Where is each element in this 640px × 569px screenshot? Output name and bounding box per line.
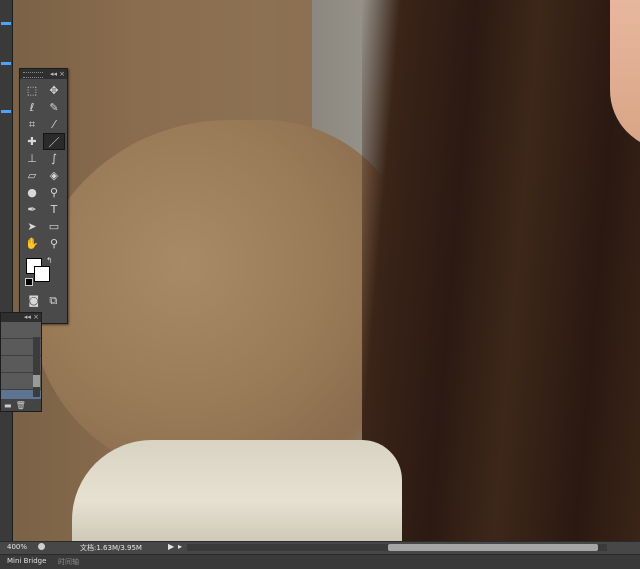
left-panel-strip [0, 0, 13, 541]
healing-brush-icon[interactable]: ✚ [21, 133, 43, 150]
document-canvas[interactable] [12, 0, 640, 541]
quick-selection-icon[interactable]: ✎ [43, 99, 65, 116]
move-icon[interactable]: ✥ [43, 82, 65, 99]
color-swatches: ↰ [20, 256, 67, 290]
blur-icon[interactable]: ● [21, 184, 43, 201]
zoom-icon[interactable]: ⚲ [43, 235, 65, 252]
layers-footer: ▬ 🗑 [1, 399, 41, 411]
swap-colors-icon[interactable]: ↰ [46, 256, 53, 265]
panel-indicator [1, 62, 11, 65]
tools-bottom-row: ◙ ⧉ [20, 292, 67, 309]
tools-panel: ◂◂ × ⬚ ✥ ℓ ✎ ⌗ ⁄ ✚ ／ ⊥ ∫ ▱ ◈ ● ⚲ ✒ T ➤ ▭ ✋ ⚲ ↰ ◙ ⧉ [19, 68, 68, 324]
panel-controls[interactable]: ◂◂ × [24, 313, 39, 322]
background-color-swatch[interactable] [34, 266, 50, 282]
crop-icon[interactable]: ⌗ [21, 116, 43, 133]
dodge-icon[interactable]: ⚲ [43, 184, 65, 201]
status-more-icon[interactable]: ▸ [178, 542, 182, 551]
close-icon[interactable]: × [59, 69, 65, 79]
rectangle-shape-icon[interactable]: ▭ [43, 218, 65, 235]
quick-mask-icon[interactable]: ◙ [24, 292, 44, 309]
layers-panel: ◂◂ × ▬ 🗑 [0, 312, 42, 412]
panel-indicator [1, 22, 11, 25]
panel-indicator [1, 110, 11, 113]
eyedropper-icon[interactable]: ⁄ [43, 116, 65, 133]
layers-scrollbar[interactable] [33, 337, 40, 397]
eraser-icon[interactable]: ▱ [21, 167, 43, 184]
brush-icon[interactable]: ／ [43, 133, 65, 150]
canvas-brown-region [32, 120, 412, 480]
clone-stamp-icon[interactable]: ⊥ [21, 150, 43, 167]
document-size-info: 文档:1.63M/3.95M [80, 544, 142, 552]
layers-panel-header[interactable]: ◂◂ × [1, 313, 41, 322]
type-icon[interactable]: T [43, 201, 65, 218]
drag-grip-icon[interactable] [23, 72, 43, 78]
horizontal-scroll-thumb[interactable] [388, 544, 598, 551]
bottom-tab-bar: Mini Bridge 时间轴 [0, 554, 640, 569]
tab-mini-bridge[interactable]: Mini Bridge [7, 557, 46, 565]
pen-icon[interactable]: ✒ [21, 201, 43, 218]
tools-panel-header[interactable]: ◂◂ × [20, 69, 67, 79]
marquee-icon[interactable]: ⬚ [21, 82, 43, 99]
canvas-shirt-region [72, 440, 402, 541]
layers-scroll-thumb[interactable] [33, 375, 40, 387]
lasso-icon[interactable]: ℓ [21, 99, 43, 116]
status-bar: 400% 文档:1.63M/3.95M ▶ ▸ [0, 541, 640, 554]
tool-grid: ⬚ ✥ ℓ ✎ ⌗ ⁄ ✚ ／ ⊥ ∫ ▱ ◈ ● ⚲ ✒ T ➤ ▭ ✋ ⚲ [20, 79, 67, 252]
screen-mode-icon[interactable]: ⧉ [44, 292, 64, 309]
status-icon [38, 543, 45, 550]
history-brush-icon[interactable]: ∫ [43, 150, 65, 167]
canvas-hair-region [362, 0, 640, 541]
trash-icon[interactable]: 🗑 [16, 401, 26, 410]
zoom-level[interactable]: 400% [7, 543, 27, 551]
collapse-icon[interactable]: ◂◂ [50, 69, 57, 79]
default-colors-icon[interactable] [25, 278, 33, 286]
status-menu-icon[interactable]: ▶ [168, 542, 174, 551]
path-selection-icon[interactable]: ➤ [21, 218, 43, 235]
paint-bucket-icon[interactable]: ◈ [43, 167, 65, 184]
tab-timeline[interactable]: 时间轴 [58, 557, 79, 567]
folder-icon[interactable]: ▬ [4, 401, 12, 410]
hand-icon[interactable]: ✋ [21, 235, 43, 252]
